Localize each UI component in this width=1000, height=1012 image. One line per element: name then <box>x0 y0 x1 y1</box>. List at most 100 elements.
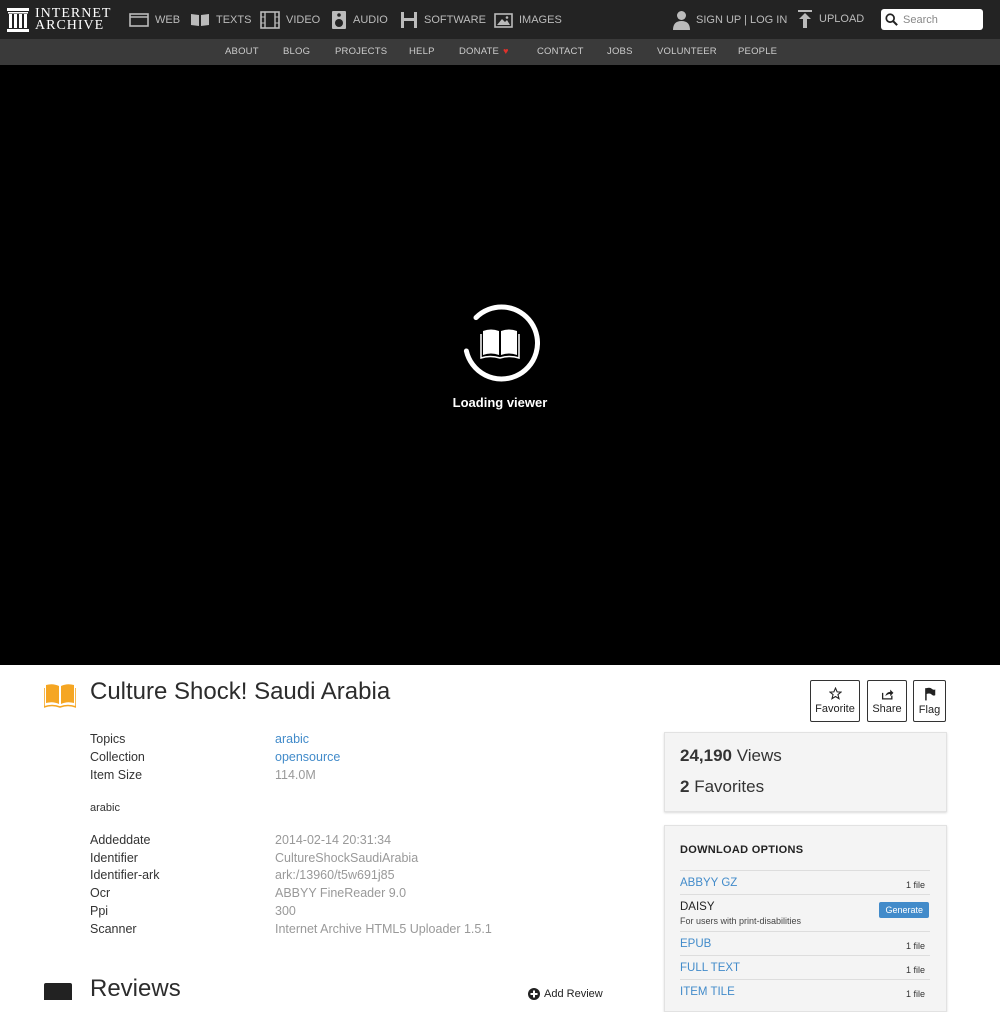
audio-icon <box>332 11 346 29</box>
download-row: ITEM TILE 1 file <box>680 979 930 1004</box>
subnav-blog[interactable]: BLOG <box>283 46 310 57</box>
metadata-value: 114.0M <box>275 768 316 782</box>
metadata-value: 300 <box>275 904 296 918</box>
item-description: arabic <box>90 802 120 814</box>
upload-link[interactable]: UPLOAD <box>797 8 864 30</box>
subnav-help[interactable]: HELP <box>409 46 435 57</box>
download-file-count: 1 file <box>905 941 925 951</box>
search-input[interactable] <box>901 12 983 27</box>
search-icon[interactable] <box>885 12 898 27</box>
metadata-value: ABBYY FineReader 9.0 <box>275 886 407 900</box>
metadata-key: Collection <box>90 750 145 764</box>
user-icon <box>673 11 690 30</box>
item-title: Culture Shock! Saudi Arabia <box>90 678 391 705</box>
flag-label: Flag <box>918 703 941 716</box>
favorite-label: Favorite <box>815 703 855 715</box>
download-row: EPUB 1 file <box>680 931 930 956</box>
favorites-label: Favorites <box>694 777 765 796</box>
subnav-contact[interactable]: CONTACT <box>537 46 584 57</box>
download-link-epub[interactable]: EPUB <box>680 938 711 950</box>
metadata-value: 2014-02-14 20:31:34 <box>275 833 392 847</box>
reviews-icon <box>44 983 72 1000</box>
flag-icon <box>924 687 935 700</box>
daisy-description: For users with print-disabilities <box>680 916 802 926</box>
secondary-navigation-bar: ABOUT BLOG PROJECTS HELP DONATE ♥ CONTACT… <box>0 39 1000 65</box>
share-button[interactable]: Share <box>867 680 907 722</box>
internet-archive-logo[interactable]: INTERNET ARCHIVE <box>7 6 111 33</box>
download-label-daisy: DAISY <box>680 901 715 913</box>
subnav-projects[interactable]: PROJECTS <box>335 46 387 57</box>
subnav-donate-label: DONATE <box>459 46 500 57</box>
download-file-count: 1 file <box>905 965 925 975</box>
video-icon <box>260 11 280 29</box>
nav-software-label: SOFTWARE <box>424 14 486 26</box>
metadata-value-link[interactable]: opensource <box>275 750 340 764</box>
nav-audio-label: AUDIO <box>353 14 388 26</box>
favorites-count: 2 <box>680 777 690 796</box>
download-link-full-text[interactable]: FULL TEXT <box>680 962 740 974</box>
reviews-heading: Reviews <box>90 975 181 1002</box>
nav-images-label: IMAGES <box>519 14 562 26</box>
search-box <box>881 9 983 30</box>
metadata-key: Item Size <box>90 768 143 782</box>
download-file-count: 1 file <box>905 880 925 890</box>
nav-video[interactable]: VIDEO <box>260 9 320 31</box>
nav-images[interactable]: IMAGES <box>494 9 562 31</box>
subnav-donate[interactable]: DONATE ♥ <box>459 46 509 57</box>
nav-software[interactable]: SOFTWARE <box>400 9 486 31</box>
metadata-value: Internet Archive HTML5 Uploader 1.5.1 <box>275 922 492 936</box>
nav-web-label: WEB <box>155 14 181 26</box>
images-icon <box>494 12 513 28</box>
add-review-button[interactable]: Add Review <box>528 988 603 1000</box>
metadata-key: Addeddate <box>90 833 151 847</box>
loading-viewer-text: Loading viewer <box>452 395 548 410</box>
plus-circle-icon <box>528 988 540 1000</box>
share-label: Share <box>872 702 902 715</box>
download-options-title: DOWNLOAD OPTIONS <box>680 844 804 856</box>
star-icon <box>828 687 842 700</box>
views-stat: 24,190 Views <box>680 746 782 766</box>
nav-web[interactable]: WEB <box>129 9 180 31</box>
book-viewer[interactable]: Loading viewer <box>0 65 1000 665</box>
download-link-item-tile[interactable]: ITEM TILE <box>680 986 735 998</box>
subnav-people[interactable]: PEOPLE <box>738 46 777 57</box>
download-options-panel: DOWNLOAD OPTIONS ABBYY GZ 1 file DAISY F… <box>664 825 947 1012</box>
favorites-stat: 2 Favorites <box>680 777 764 797</box>
flag-button[interactable]: Flag <box>913 680 946 722</box>
nav-audio[interactable]: AUDIO <box>331 9 388 31</box>
archive-building-icon <box>7 7 29 32</box>
account-label: SIGN UP | LOG IN <box>696 14 788 26</box>
nav-texts[interactable]: TEXTS <box>190 9 251 31</box>
metadata-value: CultureShockSaudiArabia <box>275 851 419 865</box>
logo-line-2: ARCHIVE <box>35 17 105 33</box>
metadata-key: Identifier <box>90 851 138 865</box>
download-row: ABBYY GZ 1 file <box>680 870 930 895</box>
loading-spinner-icon <box>463 304 540 382</box>
book-icon <box>44 684 76 708</box>
download-row: DAISY For users with print-disabilities … <box>680 894 930 932</box>
subnav-about[interactable]: ABOUT <box>225 46 259 57</box>
heart-icon: ♥ <box>503 46 509 56</box>
download-row: FULL TEXT 1 file <box>680 955 930 980</box>
software-icon <box>401 12 417 28</box>
upload-label: UPLOAD <box>819 13 865 25</box>
views-label: Views <box>736 746 782 765</box>
metadata-key: Ppi <box>90 904 109 918</box>
nav-texts-label: TEXTS <box>216 14 252 26</box>
sign-up-log-in-link[interactable]: SIGN UP | LOG IN <box>673 9 787 31</box>
download-link-abbyy-gz[interactable]: ABBYY GZ <box>680 877 737 889</box>
favorite-button[interactable]: Favorite <box>810 680 860 722</box>
top-navigation-bar: INTERNET ARCHIVE WEB TEXTS VIDEO AUDIO S… <box>0 0 1000 39</box>
subnav-volunteer[interactable]: VOLUNTEER <box>657 46 717 57</box>
metadata-key: Topics <box>90 732 126 746</box>
views-count: 24,190 <box>680 746 732 765</box>
download-file-count: 1 file <box>905 989 925 999</box>
metadata-value-link[interactable]: arabic <box>275 732 309 746</box>
texts-icon <box>191 14 209 26</box>
metadata-key: Identifier-ark <box>90 868 160 882</box>
generate-daisy-button[interactable]: Generate <box>879 902 929 918</box>
web-icon <box>129 13 149 27</box>
metadata-value: ark:/13960/t5w691j85 <box>275 868 395 882</box>
item-stats-card: 24,190 Views 2 Favorites <box>664 732 947 812</box>
subnav-jobs[interactable]: JOBS <box>607 46 633 57</box>
